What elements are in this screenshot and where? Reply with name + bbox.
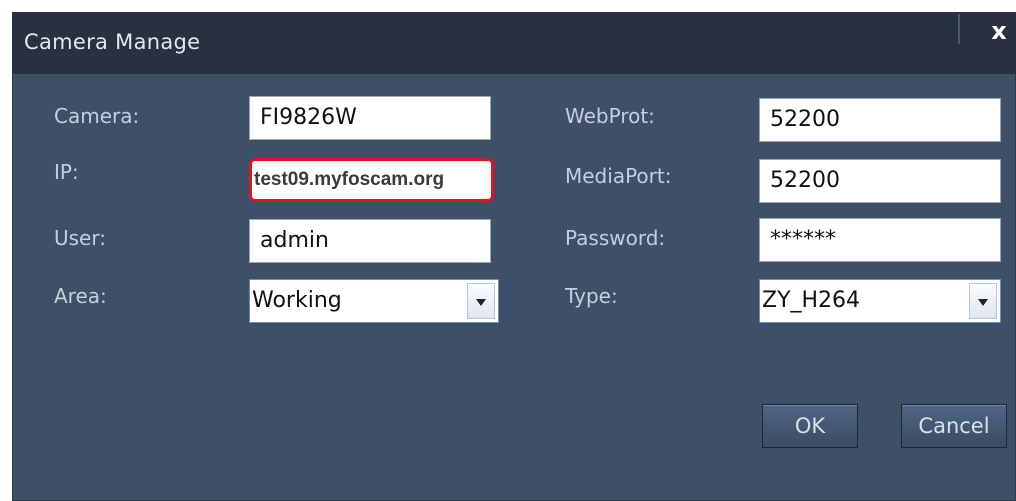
camera-label: Camera:	[54, 104, 140, 128]
area-label: Area:	[54, 284, 107, 308]
area-select-value: Working	[252, 288, 342, 313]
webport-input[interactable]: 52200	[759, 98, 1001, 142]
close-icon[interactable]: x	[986, 16, 1012, 46]
area-select[interactable]: Working	[249, 279, 499, 323]
password-input[interactable]: ******	[759, 218, 1001, 262]
mediaport-label: MediaPort:	[565, 164, 672, 188]
cancel-button[interactable]: Cancel	[901, 404, 1007, 448]
password-label: Password:	[565, 226, 666, 250]
ip-input[interactable]: test09.myfoscam.org	[249, 158, 494, 202]
title-bar: Camera Manage x	[12, 12, 1016, 74]
mediaport-input[interactable]: 52200	[759, 159, 1001, 203]
webport-label: WebProt:	[565, 104, 655, 128]
dialog-title: Camera Manage	[24, 30, 201, 54]
user-label: User:	[54, 226, 106, 250]
type-select[interactable]: ZY_H264	[759, 279, 1001, 323]
title-separator	[958, 14, 960, 44]
chevron-down-icon[interactable]	[969, 283, 997, 319]
ok-button[interactable]: OK	[762, 404, 858, 448]
camera-name-input[interactable]: FI9826W	[249, 96, 491, 140]
type-select-value: ZY_H264	[762, 288, 861, 313]
camera-manage-dialog: Camera Manage x Camera: FI9826W IP: test…	[12, 12, 1016, 501]
user-input[interactable]: admin	[249, 219, 491, 263]
chevron-down-icon[interactable]	[467, 283, 495, 319]
type-label: Type:	[565, 284, 618, 308]
ip-label: IP:	[54, 160, 79, 184]
